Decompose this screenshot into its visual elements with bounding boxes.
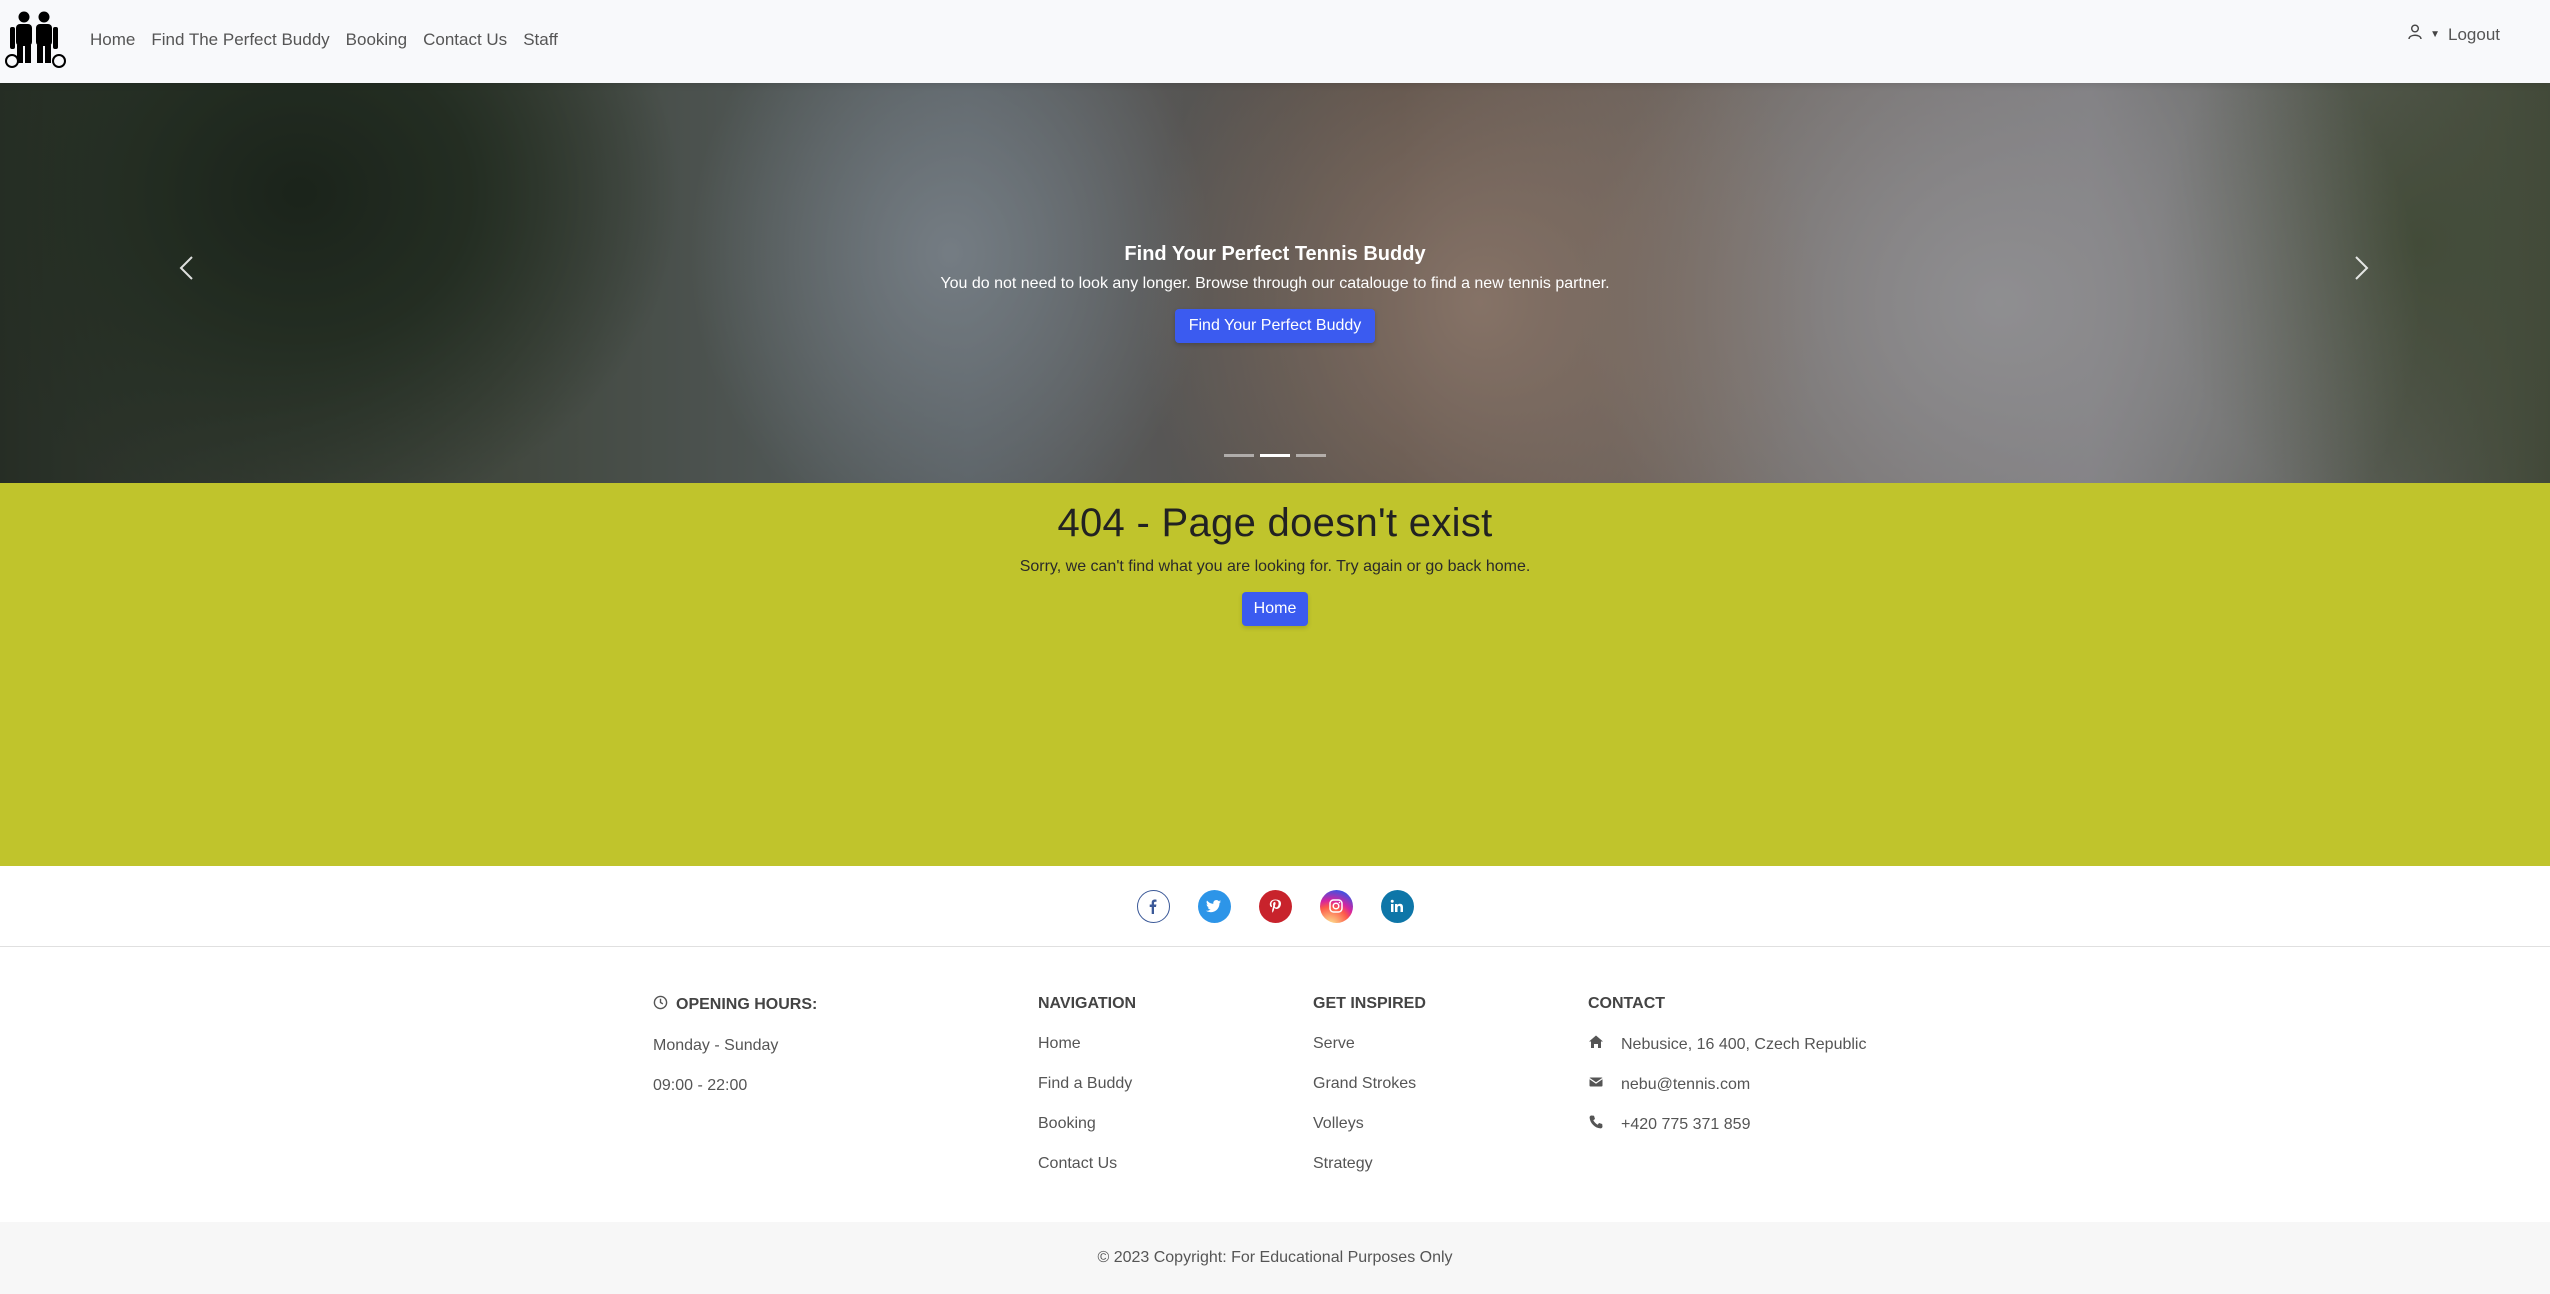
footer-hours-heading: Opening hours: bbox=[653, 995, 817, 1015]
logout-link[interactable]: Logout bbox=[2448, 25, 2500, 45]
nav-link-find-buddy[interactable]: Find The Perfect Buddy bbox=[151, 30, 329, 50]
navbar: Home Find The Perfect Buddy Booking Cont… bbox=[0, 0, 2550, 83]
inspired-title: Get inspired bbox=[1313, 995, 1426, 1012]
hero-title: Find Your Perfect Tennis Buddy bbox=[1124, 243, 1426, 265]
nav-link-staff[interactable]: Staff bbox=[523, 30, 558, 50]
copyright: © 2023 Copyright: For Educational Purpos… bbox=[0, 1222, 2550, 1294]
contact-phone: +420 775 371 859 bbox=[1588, 1115, 1866, 1134]
hero-caption: Find Your Perfect Tennis Buddy You do no… bbox=[0, 243, 2550, 343]
nav-link-booking[interactable]: Booking bbox=[346, 30, 407, 50]
logo-icon[interactable] bbox=[4, 9, 68, 69]
nav-link-contact[interactable]: Contact Us bbox=[423, 30, 507, 50]
home-icon bbox=[1588, 1034, 1604, 1055]
phone-icon bbox=[1588, 1114, 1604, 1135]
error-title: 404 - Page doesn't exist bbox=[1057, 501, 1493, 545]
envelope-icon bbox=[1588, 1074, 1604, 1095]
user-menu[interactable]: ▼ Logout bbox=[2408, 24, 2500, 45]
clock-icon bbox=[653, 995, 668, 1015]
footer-hours: Opening hours: Monday - Sunday 09:00 - 2… bbox=[653, 995, 817, 1117]
navigation-title: Navigation bbox=[1038, 995, 1137, 1012]
nav-links: Home Find The Perfect Buddy Booking Cont… bbox=[90, 0, 558, 80]
footer-link-home[interactable]: Home bbox=[1038, 1035, 1136, 1054]
footer-contact: Contact Nebusice, 16 400, Czech Republic… bbox=[1588, 995, 1866, 1155]
footer-link-grand-strokes[interactable]: Grand Strokes bbox=[1313, 1075, 1426, 1094]
contact-address: Nebusice, 16 400, Czech Republic bbox=[1588, 1035, 1866, 1054]
hours-days: Monday - Sunday bbox=[653, 1037, 779, 1054]
facebook-icon[interactable] bbox=[1136, 889, 1170, 923]
nav-link-home[interactable]: Home bbox=[90, 30, 135, 50]
footer-link-strategy[interactable]: Strategy bbox=[1313, 1155, 1426, 1174]
carousel-indicator-2[interactable] bbox=[1260, 454, 1290, 457]
hero-text: You do not need to look any longer. Brow… bbox=[940, 275, 1610, 292]
user-icon bbox=[2408, 24, 2422, 45]
social-bar bbox=[0, 866, 2550, 947]
footer-link-find-buddy[interactable]: Find a Buddy bbox=[1038, 1075, 1136, 1094]
phone-text: +420 775 371 859 bbox=[1621, 1115, 1751, 1133]
footer-link-booking[interactable]: Booking bbox=[1038, 1115, 1136, 1134]
carousel-indicator-1[interactable] bbox=[1224, 454, 1254, 457]
footer-link-serve[interactable]: Serve bbox=[1313, 1035, 1426, 1054]
footer-inspired: Get inspired Serve Grand Strokes Volleys… bbox=[1313, 995, 1426, 1195]
footer: Opening hours: Monday - Sunday 09:00 - 2… bbox=[0, 947, 2550, 1222]
twitter-icon[interactable] bbox=[1197, 889, 1231, 923]
error-section: 404 - Page doesn't exist Sorry, we can't… bbox=[0, 483, 2550, 866]
contact-title: Contact bbox=[1588, 995, 1666, 1012]
footer-navigation: Navigation Home Find a Buddy Booking Con… bbox=[1038, 995, 1136, 1195]
hero-carousel: Find Your Perfect Tennis Buddy You do no… bbox=[0, 83, 2550, 483]
carousel-indicator-3[interactable] bbox=[1296, 454, 1326, 457]
linkedin-icon[interactable] bbox=[1380, 889, 1414, 923]
hours-time: 09:00 - 22:00 bbox=[653, 1077, 748, 1094]
address-text: Nebusice, 16 400, Czech Republic bbox=[1621, 1035, 1867, 1053]
email-text[interactable]: nebu@tennis.com bbox=[1621, 1076, 1750, 1094]
carousel-indicators bbox=[0, 454, 2550, 457]
instagram-icon[interactable] bbox=[1319, 889, 1353, 923]
footer-link-contact[interactable]: Contact Us bbox=[1038, 1155, 1136, 1174]
contact-email: nebu@tennis.com bbox=[1588, 1075, 1866, 1094]
error-text: Sorry, we can't find what you are lookin… bbox=[1019, 558, 1531, 575]
hours-title: Opening hours: bbox=[676, 996, 818, 1013]
chevron-down-icon: ▼ bbox=[2430, 29, 2440, 40]
pinterest-icon[interactable] bbox=[1258, 889, 1292, 923]
footer-link-volleys[interactable]: Volleys bbox=[1313, 1115, 1426, 1134]
find-buddy-button[interactable]: Find Your Perfect Buddy bbox=[1174, 309, 1376, 343]
home-button[interactable]: Home bbox=[1241, 592, 1309, 626]
